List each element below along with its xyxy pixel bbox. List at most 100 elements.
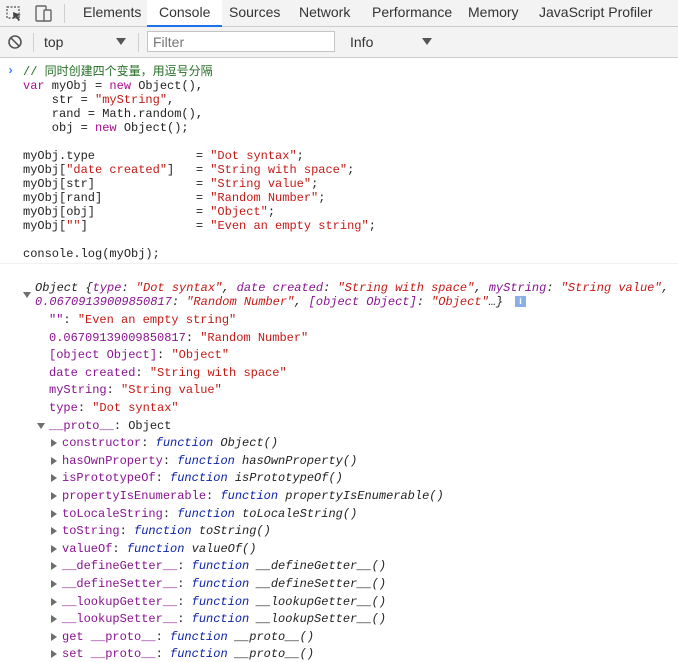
proto-member[interactable]: toString: function toString() <box>62 523 271 539</box>
code-line: rand = Math.random(), <box>23 107 203 121</box>
code-token: : <box>162 507 178 521</box>
code-token: "String with space" <box>210 163 348 177</box>
tab-console[interactable]: Console <box>147 0 223 27</box>
code-token: myObj[obj] = <box>23 205 211 219</box>
code-token: __defineSetter__ <box>62 577 178 591</box>
filter-input[interactable] <box>147 31 335 52</box>
object-property: [object Object]: "Object" <box>49 347 229 363</box>
code-token: "String value" <box>560 281 662 295</box>
proto-member[interactable]: get __proto__: function __proto__() <box>62 629 314 645</box>
code-token: console.log(myObj); <box>23 247 160 261</box>
expand-arrow-icon[interactable] <box>51 474 57 482</box>
tab-performance[interactable]: Performance <box>360 0 464 26</box>
info-icon[interactable]: i <box>515 296 526 307</box>
code-token: "Object" <box>171 348 230 362</box>
proto-member[interactable]: __lookupGetter__: function __lookupGette… <box>62 594 386 610</box>
code-token: function <box>191 595 250 609</box>
code-token: : <box>141 436 156 450</box>
code-token: "Even an empty string" <box>77 313 237 327</box>
expand-arrow-icon[interactable] <box>51 615 57 623</box>
code-token: : <box>177 559 192 573</box>
proto-property[interactable]: __proto__: Object <box>49 418 171 434</box>
expand-arrow-icon[interactable] <box>51 510 57 518</box>
expand-arrow-icon[interactable] <box>37 423 45 429</box>
code-token: : <box>171 295 187 309</box>
code-token: 0.06709139009850817 <box>49 331 186 345</box>
code-token: isPrototypeOf <box>62 471 156 485</box>
code-token: __defineSetter__() <box>249 577 387 591</box>
code-token: function <box>177 507 235 521</box>
proto-member[interactable]: __lookupSetter__: function __lookupSette… <box>62 611 386 627</box>
code-token: : <box>155 630 171 644</box>
expand-arrow-icon[interactable] <box>51 580 57 588</box>
code-token: : <box>546 281 561 295</box>
code-line: console.log(myObj); <box>23 247 160 261</box>
code-token: : <box>155 647 171 661</box>
code-token: function <box>170 647 228 661</box>
code-token: : <box>177 577 192 591</box>
expand-arrow-icon[interactable] <box>51 545 57 553</box>
expand-arrow-icon[interactable] <box>51 562 57 570</box>
proto-member[interactable]: __defineGetter__: function __defineGette… <box>62 558 386 574</box>
code-token: myString <box>49 383 107 397</box>
proto-member[interactable]: __defineSetter__: function __defineSette… <box>62 576 386 592</box>
code-token: toLocaleString() <box>234 507 358 521</box>
expand-arrow-icon[interactable] <box>51 633 57 641</box>
code-token: var <box>23 79 45 93</box>
code-token: __lookupSetter__ <box>62 612 178 626</box>
code-token: Object { <box>35 281 93 295</box>
code-token: constructor <box>62 436 142 450</box>
proto-member[interactable]: constructor: function Object() <box>62 435 278 451</box>
code-token: "Random Number" <box>186 295 295 309</box>
expand-arrow-icon[interactable] <box>51 527 57 535</box>
code-token: ; <box>311 177 319 191</box>
tab-network[interactable]: Network <box>287 0 362 26</box>
code-line: myObj["date created"] = "String with spa… <box>23 163 354 177</box>
proto-member[interactable]: hasOwnProperty: function hasOwnProperty(… <box>62 453 357 469</box>
code-token: : <box>112 542 127 556</box>
tab-sources[interactable]: Sources <box>217 0 292 26</box>
proto-member[interactable]: isPrototypeOf: function isPrototypeOf() <box>62 470 343 486</box>
expand-arrow-icon[interactable] <box>23 292 31 298</box>
code-token: myObj[ <box>23 219 67 233</box>
code-token: [object Object] <box>49 348 158 362</box>
code-token: ; <box>347 163 355 177</box>
code-token: "String value" <box>121 383 222 397</box>
object-summary-line-2[interactable]: 0.06709139009850817: "Random Number", [o… <box>35 294 503 310</box>
code-token: , <box>222 281 237 295</box>
code-token: toLocaleString <box>62 507 163 521</box>
code-token: ; <box>296 149 304 163</box>
code-token: "Random Number" <box>210 191 319 205</box>
code-token: "Dot syntax" <box>92 401 179 415</box>
expand-arrow-icon[interactable] <box>51 650 57 658</box>
expand-arrow-icon[interactable] <box>51 439 57 447</box>
tab-elements[interactable]: Elements <box>71 0 153 26</box>
code-token: isPrototypeOf() <box>227 471 343 485</box>
proto-member[interactable]: propertyIsEnumerable: function propertyI… <box>62 488 444 504</box>
code-token: : <box>77 401 93 415</box>
device-toolbar-icon[interactable] <box>33 4 53 23</box>
clear-console-icon[interactable] <box>7 34 23 50</box>
code-token: Object(); <box>116 121 189 135</box>
code-token: function <box>220 489 279 503</box>
proto-member[interactable]: set __proto__: function __proto__() <box>62 646 314 662</box>
code-token: "myString" <box>95 93 168 107</box>
code-token: "String with space" <box>149 366 287 380</box>
code-token: : <box>155 471 171 485</box>
code-token: valueOf() <box>184 542 257 556</box>
code-token: , <box>474 281 489 295</box>
proto-member[interactable]: toLocaleString: function toLocaleString(… <box>62 506 357 522</box>
tab-memory[interactable]: Memory <box>456 0 531 26</box>
proto-member[interactable]: valueOf: function valueOf() <box>62 541 256 557</box>
expand-arrow-icon[interactable] <box>51 492 57 500</box>
code-token: function <box>170 630 228 644</box>
code-token: myObj[ <box>23 163 67 177</box>
code-token: hasOwnProperty() <box>234 454 358 468</box>
expand-arrow-icon[interactable] <box>51 598 57 606</box>
toolbar-divider <box>64 4 65 23</box>
tab-javascript-profiler[interactable]: JavaScript Profiler <box>527 0 665 26</box>
expand-arrow-icon[interactable] <box>51 457 57 465</box>
code-token: "Random Number" <box>200 331 309 345</box>
inspect-element-icon[interactable] <box>5 4 25 23</box>
code-token: 0.06709139009850817 <box>35 295 172 309</box>
